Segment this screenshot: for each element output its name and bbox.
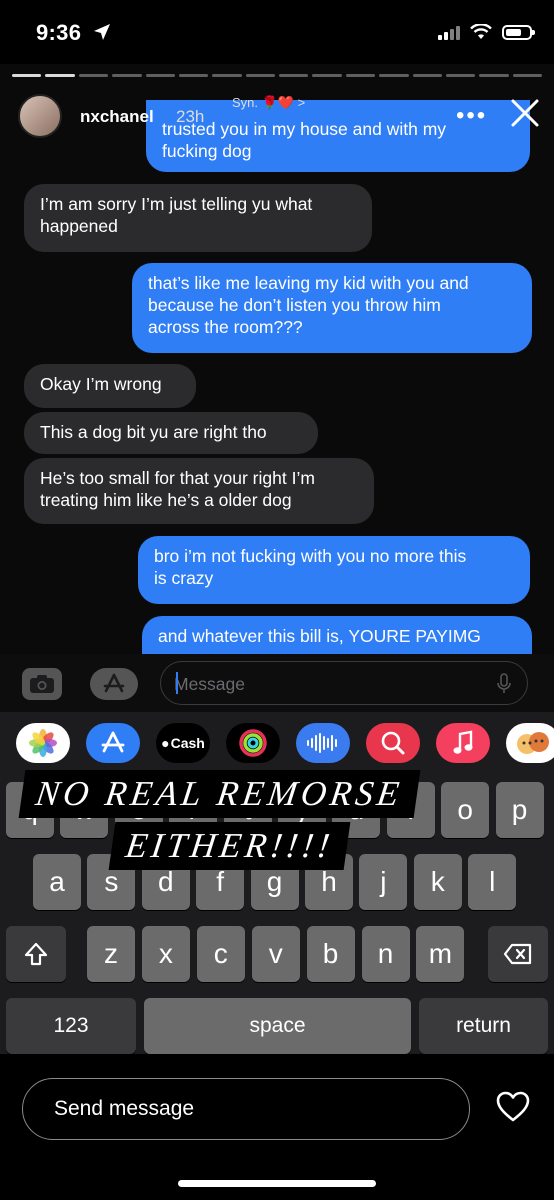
music-tag[interactable]: Syn. 🌹❤️ > xyxy=(232,95,305,111)
close-icon[interactable] xyxy=(508,96,542,130)
backspace-icon xyxy=(503,943,532,965)
music-app-icon[interactable] xyxy=(436,723,490,763)
camera-icon[interactable] xyxy=(22,668,62,700)
appstore-toggle-icon[interactable] xyxy=(90,668,138,700)
key-a[interactable]: a xyxy=(33,854,81,910)
key-p[interactable]: p xyxy=(495,782,544,838)
battery-icon xyxy=(502,24,535,40)
search-images-app-icon[interactable] xyxy=(366,723,420,763)
message-bubble-outgoing: that’s like me leaving my kid with you a… xyxy=(132,263,532,353)
story-caption-line: NO REAL REMORSE xyxy=(18,770,420,818)
key-z[interactable]: z xyxy=(87,926,135,982)
status-time: 9:36 xyxy=(36,20,82,45)
microphone-icon[interactable] xyxy=(496,673,512,700)
status-indicators xyxy=(438,24,535,40)
message-bubble-outgoing: bro i’m not fucking with you no more thi… xyxy=(138,536,530,604)
key-n[interactable]: n xyxy=(361,926,410,982)
key-j[interactable]: j xyxy=(359,854,408,910)
space-key[interactable]: space xyxy=(144,998,411,1054)
key-o[interactable]: o xyxy=(441,782,490,838)
cellular-signal-icon xyxy=(438,24,460,40)
activity-app-icon[interactable] xyxy=(226,723,280,763)
key-k[interactable]: k xyxy=(413,854,462,910)
cash-app-icon[interactable]: ● Cash xyxy=(156,723,210,763)
message-bubble-incoming: I’m am sorry I’m just telling yu what ha… xyxy=(24,184,372,252)
key-l[interactable]: l xyxy=(468,854,517,910)
cash-label: Cash xyxy=(170,735,205,751)
numbers-key[interactable]: 123 xyxy=(6,998,136,1054)
more-options-icon[interactable]: ••• xyxy=(456,102,487,130)
message-bubble-incoming: Okay I’m wrong xyxy=(24,364,196,408)
story-timestamp: 23h xyxy=(176,107,205,126)
key-v[interactable]: v xyxy=(251,926,300,982)
heart-icon[interactable] xyxy=(496,1091,530,1128)
apple-logo-icon: ● xyxy=(161,735,170,751)
avatar[interactable] xyxy=(18,94,62,138)
memoji-app-icon[interactable] xyxy=(506,723,554,763)
audio-app-icon[interactable] xyxy=(296,723,350,763)
text-cursor xyxy=(176,672,178,694)
message-bubble-outgoing: and whatever this bill is, YOURE PAYIMG xyxy=(142,616,532,654)
key-c[interactable]: c xyxy=(196,926,245,982)
wifi-icon xyxy=(470,24,492,39)
photos-app-icon[interactable] xyxy=(16,723,70,763)
send-message-placeholder: Send message xyxy=(54,1097,195,1120)
story-username[interactable]: nxchanel xyxy=(80,107,154,127)
message-placeholder: Message xyxy=(174,674,246,694)
key-m[interactable]: m xyxy=(416,926,465,982)
shift-icon xyxy=(24,942,48,966)
message-bubble-incoming: This a dog bit yu are right tho xyxy=(24,412,318,454)
key-b[interactable]: b xyxy=(306,926,355,982)
story-progress-bar xyxy=(12,74,542,77)
key-x[interactable]: x xyxy=(141,926,190,982)
story-message-thread: trusted you in my house and with my fuck… xyxy=(0,64,554,654)
shift-key[interactable] xyxy=(6,926,66,982)
message-bubble-incoming: He’s too small for that your right I’m t… xyxy=(24,458,374,524)
return-key[interactable]: return xyxy=(419,998,548,1054)
backspace-key[interactable] xyxy=(488,926,548,982)
appstore-app-icon[interactable] xyxy=(86,723,140,763)
location-arrow-icon xyxy=(92,22,112,47)
home-indicator xyxy=(178,1180,376,1187)
story-caption-line: EITHER!!!! xyxy=(108,822,351,870)
